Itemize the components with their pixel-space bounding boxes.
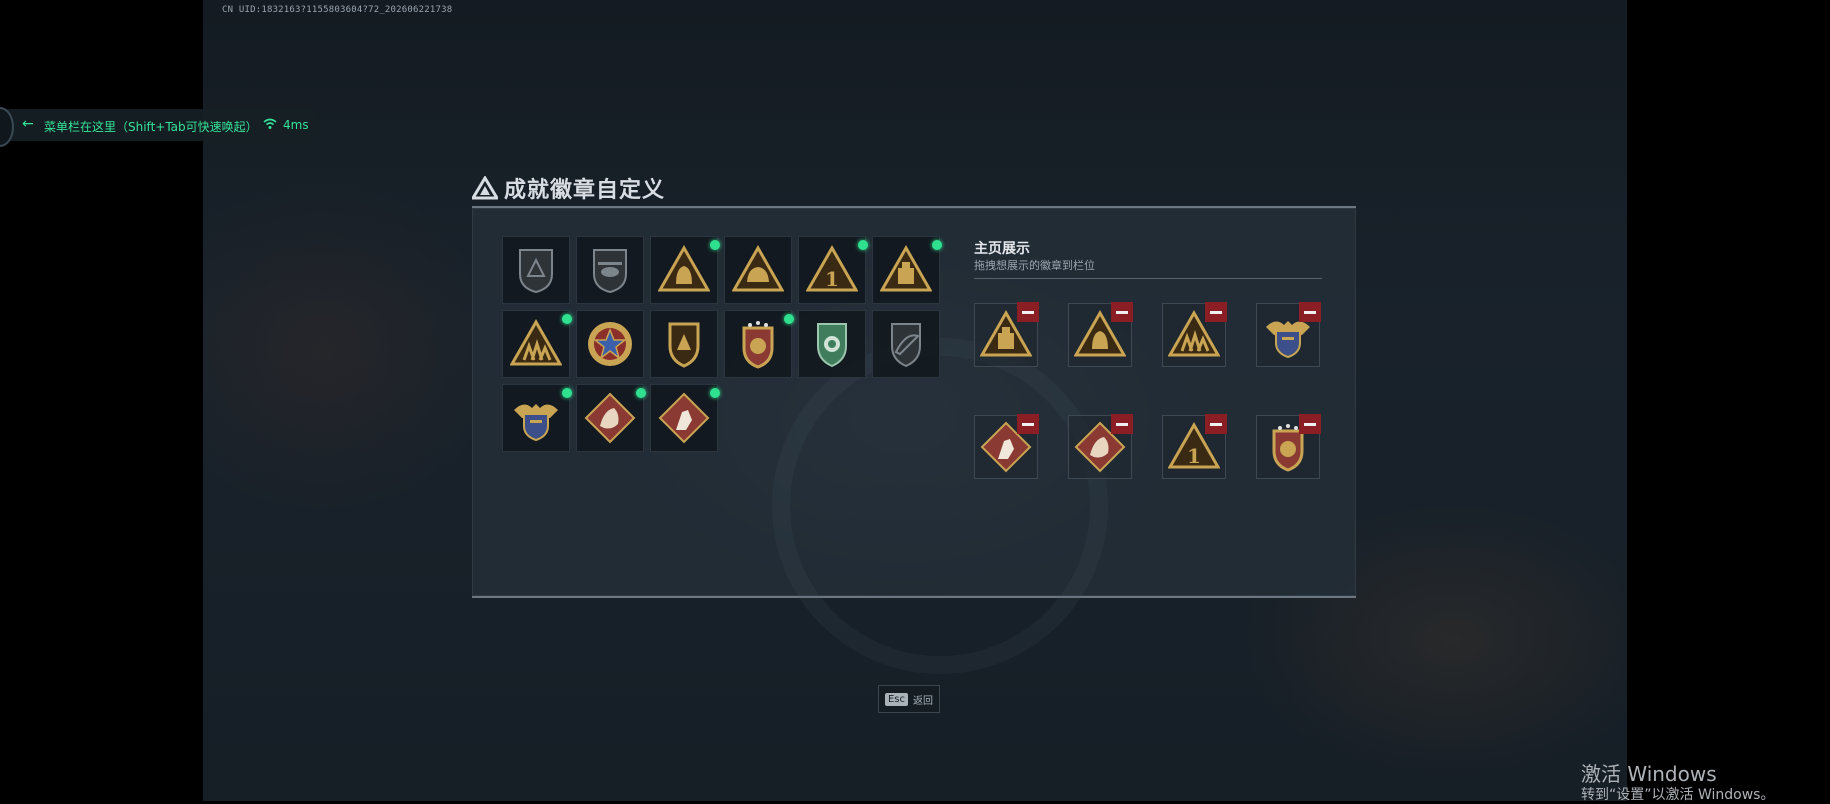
showcase-slot[interactable]: 1	[1162, 414, 1227, 479]
new-indicator-dot	[784, 314, 794, 324]
showcase-slot[interactable]	[1068, 414, 1133, 479]
badge-item[interactable]: 1	[798, 236, 868, 304]
menu-handle[interactable]	[0, 107, 14, 147]
minus-icon	[1022, 422, 1034, 426]
badge-item[interactable]	[650, 384, 720, 452]
menu-bar-pill[interactable]: ← 菜单栏在这里（Shift+Tab可快速唤起） 4ms	[0, 107, 316, 147]
badge-item[interactable]	[650, 236, 720, 304]
badge-item[interactable]	[872, 236, 942, 304]
badge-item[interactable]	[576, 384, 646, 452]
minus-icon	[1304, 310, 1316, 314]
svg-text:1: 1	[825, 267, 839, 291]
windows-activation-title: 激活 Windows	[1581, 762, 1717, 786]
new-indicator-dot	[710, 240, 720, 250]
badge-item[interactable]	[576, 310, 644, 378]
uid-label: CN UID:1832163?1155803604?72_20260622173…	[222, 5, 453, 15]
badge-item[interactable]	[798, 310, 866, 378]
showcase-slot[interactable]	[974, 414, 1039, 479]
badge-item[interactable]	[724, 310, 794, 378]
showcase-heading: 主页展示	[974, 241, 1030, 257]
badge-item[interactable]	[576, 236, 644, 304]
badge-item[interactable]	[724, 236, 792, 304]
remove-badge-button[interactable]	[1205, 414, 1227, 434]
minus-icon	[1304, 422, 1316, 426]
dialog-watermark-emblem	[772, 338, 1108, 674]
wifi-icon	[263, 118, 277, 129]
badge-item[interactable]	[650, 310, 718, 378]
badge-item[interactable]	[502, 384, 572, 452]
new-indicator-dot	[562, 388, 572, 398]
menu-bar-label: 菜单栏在这里（Shift+Tab可快速唤起）	[44, 120, 258, 134]
remove-badge-button[interactable]	[1111, 302, 1133, 322]
ping-value: 4ms	[283, 118, 309, 132]
showcase-slot[interactable]	[1256, 414, 1321, 479]
remove-badge-button[interactable]	[1299, 414, 1321, 434]
minus-icon	[1210, 310, 1222, 314]
remove-badge-button[interactable]	[1299, 302, 1321, 322]
back-button[interactable]: Esc 返回	[878, 685, 940, 713]
minus-icon	[1022, 310, 1034, 314]
dialog-title: 成就徽章自定义	[504, 178, 666, 203]
back-label: 返回	[913, 695, 934, 707]
esc-key-hint: Esc	[884, 692, 909, 706]
badge-customize-dialog: 主页展示 拖拽想展示的徽章到栏位 1 1	[472, 206, 1356, 674]
achievement-logo-icon	[472, 176, 498, 200]
showcase-divider	[974, 278, 1322, 279]
showcase-slot[interactable]	[1256, 302, 1321, 367]
showcase-slot[interactable]	[974, 302, 1039, 367]
badge-item[interactable]	[872, 310, 940, 378]
badge-item[interactable]	[502, 236, 570, 304]
showcase-slot[interactable]	[1162, 302, 1227, 367]
remove-badge-button[interactable]	[1205, 302, 1227, 322]
minus-icon	[1116, 422, 1128, 426]
new-indicator-dot	[710, 388, 720, 398]
arrow-left-icon: ←	[22, 116, 34, 132]
new-indicator-dot	[562, 314, 572, 324]
badge-item[interactable]	[502, 310, 572, 378]
svg-text:1: 1	[1187, 444, 1201, 468]
new-indicator-dot	[858, 240, 868, 250]
minus-icon	[1210, 422, 1222, 426]
new-indicator-dot	[636, 388, 646, 398]
remove-badge-button[interactable]	[1017, 414, 1039, 434]
remove-badge-button[interactable]	[1017, 302, 1039, 322]
showcase-slot[interactable]	[1068, 302, 1133, 367]
minus-icon	[1116, 310, 1128, 314]
new-indicator-dot	[932, 240, 942, 250]
remove-badge-button[interactable]	[1111, 414, 1133, 434]
windows-activation-subtitle: 转到“设置”以激活 Windows。	[1581, 787, 1775, 803]
dialog-header: 成就徽章自定义	[472, 171, 665, 205]
showcase-subtitle: 拖拽想展示的徽章到栏位	[974, 259, 1095, 272]
